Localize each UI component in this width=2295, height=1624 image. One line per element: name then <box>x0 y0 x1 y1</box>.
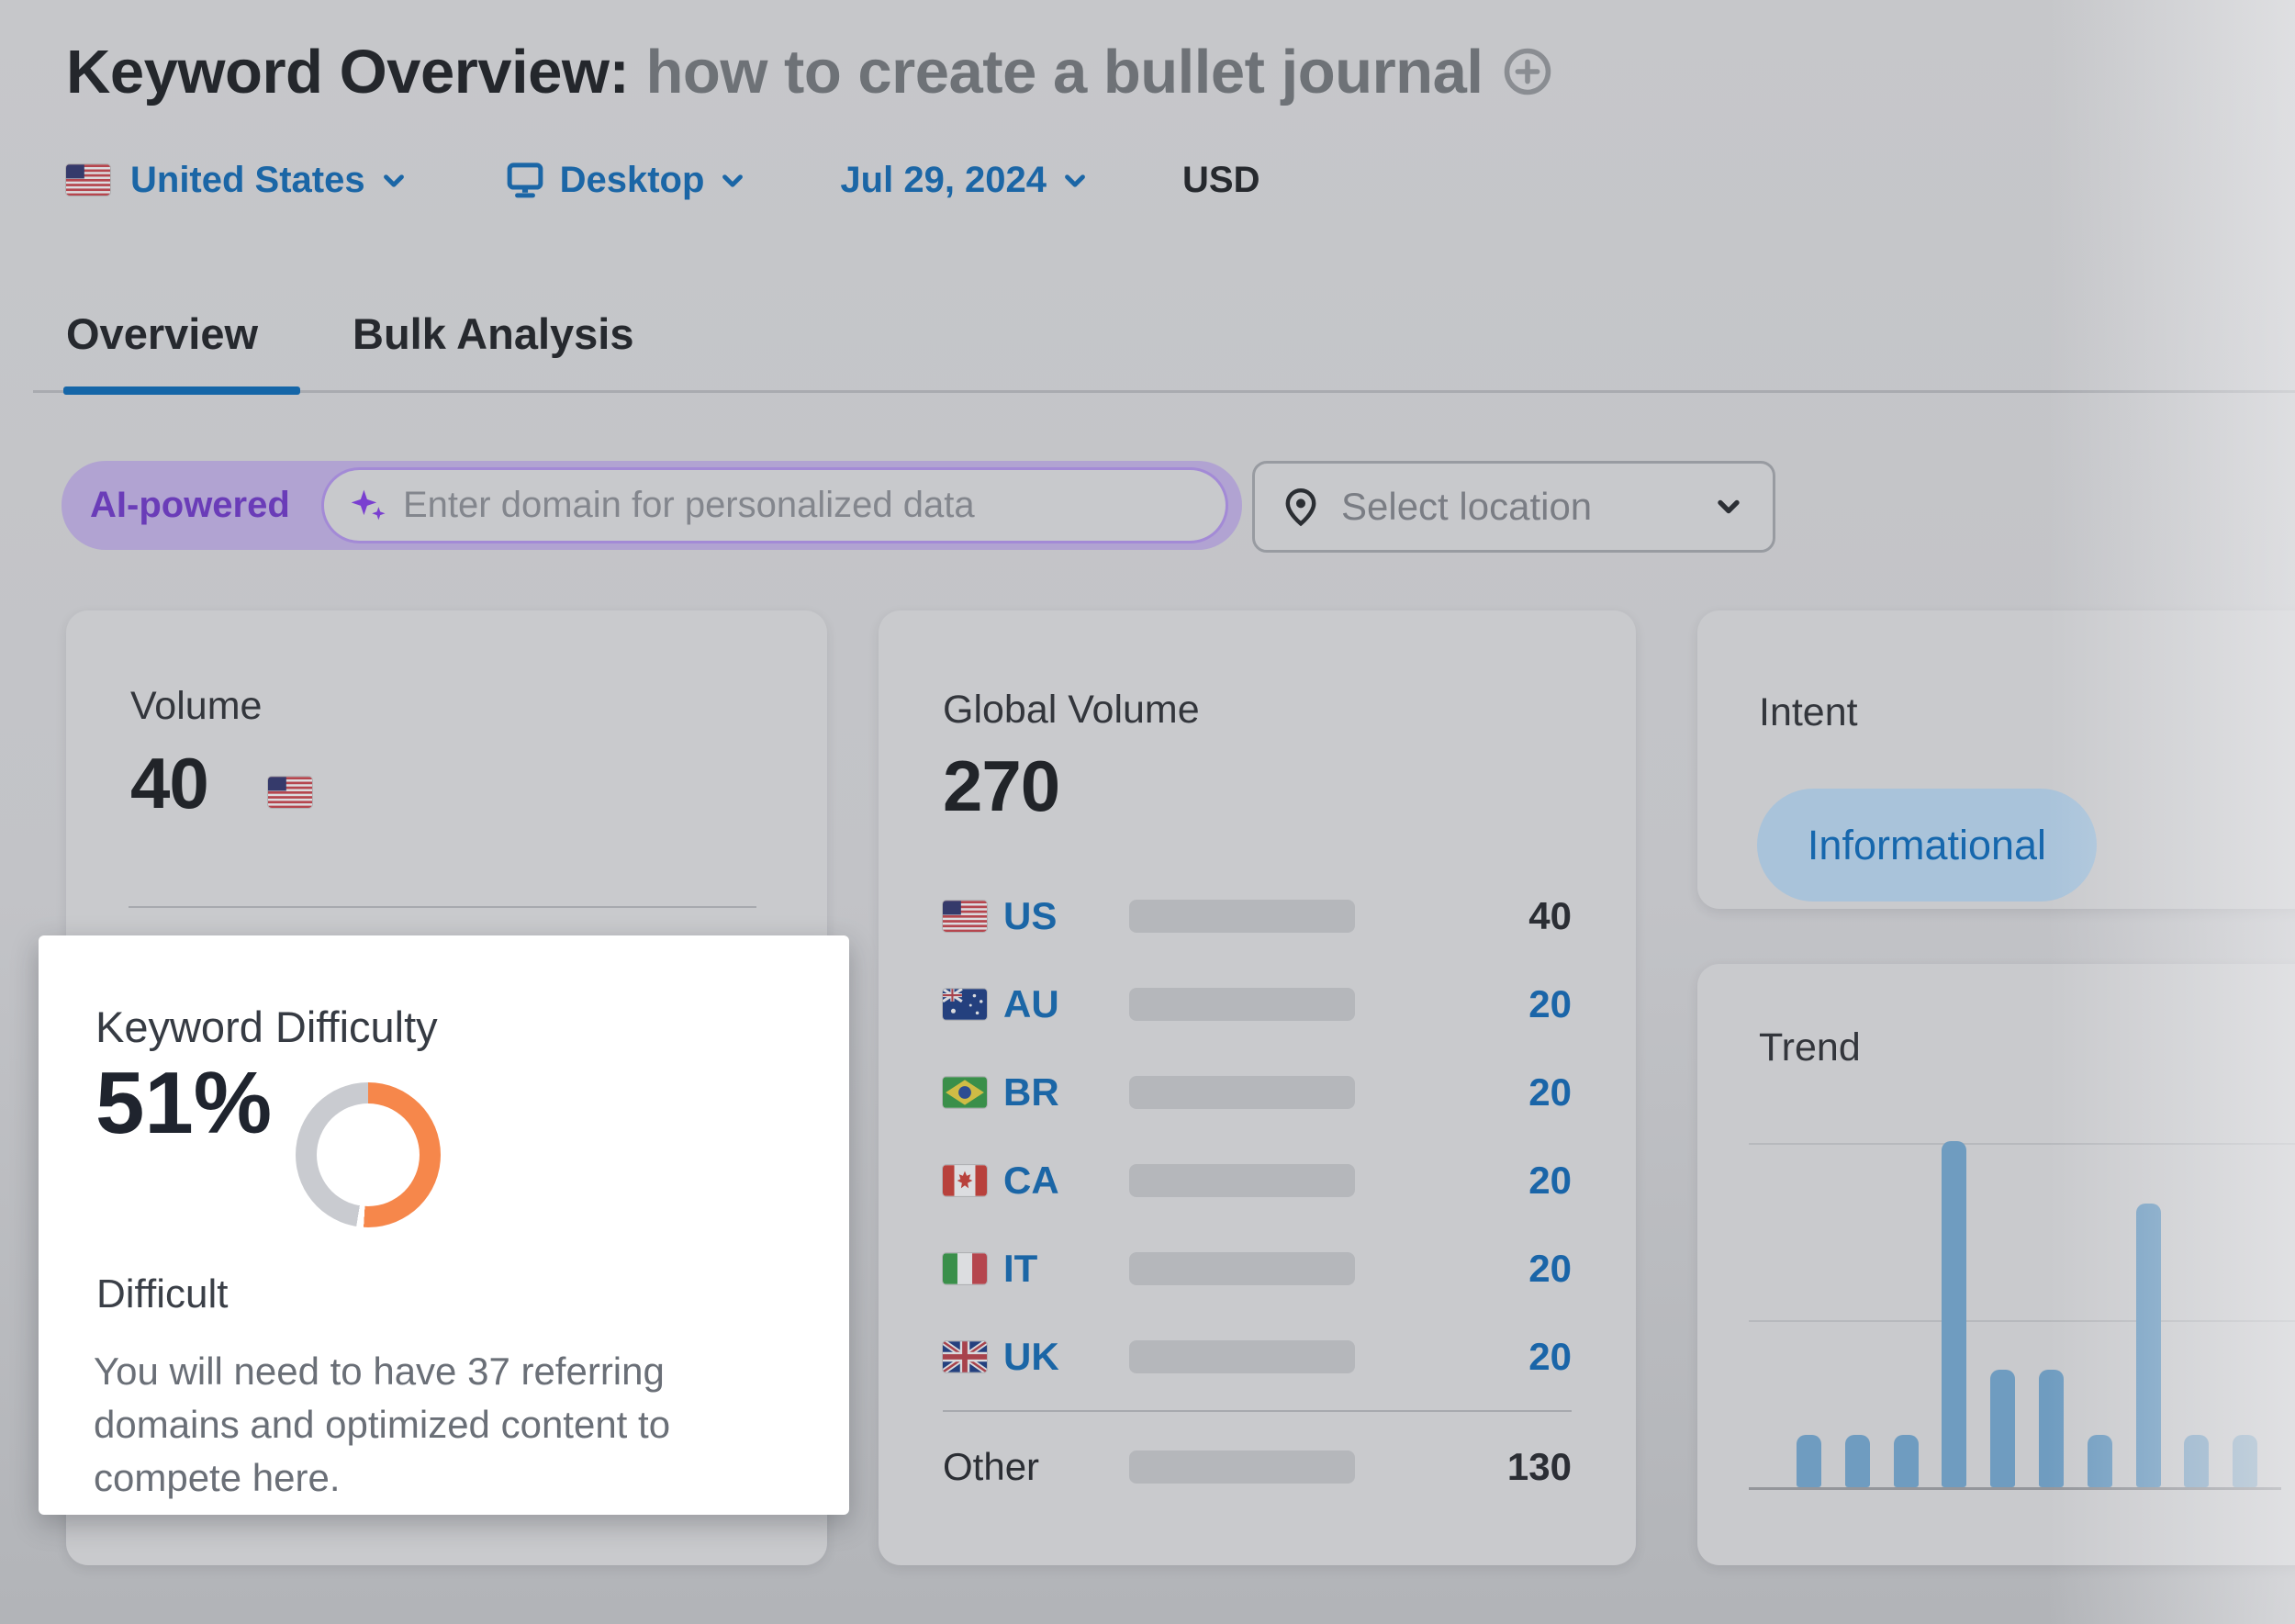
currency-label: USD <box>1182 160 1259 201</box>
trend-bar <box>2039 1370 2064 1487</box>
trend-bar <box>1894 1435 1919 1487</box>
country-volume-value: 20 <box>1528 1159 1572 1203</box>
tabs-divider <box>33 390 2295 393</box>
chevron-down-icon <box>378 164 409 196</box>
country-volume-value: 20 <box>1528 1335 1572 1379</box>
country-volume-value: 130 <box>1507 1445 1572 1489</box>
trend-bar <box>1942 1141 1966 1487</box>
country-code-link[interactable]: IT <box>1003 1247 1106 1291</box>
other-countries-label: Other <box>943 1445 1106 1489</box>
country-volume-bar <box>1129 900 1355 933</box>
us-flag-icon <box>268 777 312 808</box>
domain-input-wrap <box>321 467 1228 543</box>
intent-title: Intent <box>1759 690 1858 735</box>
global-volume-rows: US 40 AU 20 BR 20 CA 20 IT 20 UK 20 Othe… <box>943 872 1572 1511</box>
select-location-label: Select location <box>1341 485 1592 529</box>
page-title-label: Keyword Overview: <box>66 38 629 106</box>
chevron-down-icon <box>717 164 748 196</box>
intent-badge: Informational <box>1757 789 2097 902</box>
tab-overview[interactable]: Overview <box>66 308 258 359</box>
keyword-difficulty-level: Difficult <box>96 1271 228 1317</box>
us-flag-icon <box>943 901 987 932</box>
keyword-overview-page: Keyword Overview: how to create a bullet… <box>0 0 2295 1624</box>
country-volume-bar <box>1129 1450 1355 1484</box>
country-volume-bar <box>1129 1340 1355 1373</box>
country-volume-bar <box>1129 988 1355 1021</box>
keyword-query: how to create a bullet journal <box>645 38 1483 106</box>
intent-card: Intent Informational <box>1697 610 2295 909</box>
date-selector[interactable]: Jul 29, 2024 <box>840 160 1091 201</box>
domain-input[interactable] <box>403 485 1198 526</box>
country-selector[interactable]: United States <box>66 160 409 201</box>
trend-card: Trend <box>1697 964 2295 1565</box>
country-volume-bar <box>1129 1164 1355 1197</box>
country-volume-value: 20 <box>1528 1247 1572 1291</box>
global-volume-row: IT 20 <box>943 1225 1572 1313</box>
global-volume-row: Other 130 <box>943 1423 1572 1511</box>
country-selector-label: United States <box>130 160 365 201</box>
global-volume-row: CA 20 <box>943 1137 1572 1225</box>
volume-value: 40 <box>130 742 208 825</box>
trend-axis-baseline <box>1749 1487 2281 1490</box>
global-volume-total: 270 <box>943 745 1059 828</box>
au-flag-icon <box>943 989 987 1020</box>
chevron-down-icon <box>1059 164 1091 196</box>
country-volume-value: 40 <box>1528 894 1572 938</box>
keyword-difficulty-donut-chart <box>296 1082 441 1227</box>
card-divider <box>943 1410 1572 1412</box>
page-title: Keyword Overview: how to create a bullet… <box>66 37 1554 107</box>
global-volume-row: AU 20 <box>943 960 1572 1048</box>
keyword-difficulty-card: Keyword Difficulty 51% Difficult You wil… <box>39 935 849 1515</box>
trend-bar <box>1797 1435 1821 1487</box>
country-code-link[interactable]: CA <box>1003 1159 1106 1203</box>
sparkle-icon <box>348 486 388 526</box>
trend-bar <box>2088 1435 2112 1487</box>
country-code-link[interactable]: BR <box>1003 1070 1106 1114</box>
country-code-link[interactable]: AU <box>1003 982 1106 1026</box>
ai-powered-badge: AI-powered <box>90 461 290 550</box>
card-divider <box>129 906 756 908</box>
global-volume-row: UK 20 <box>943 1313 1572 1401</box>
br-flag-icon <box>943 1077 987 1108</box>
us-flag-icon <box>66 164 110 196</box>
device-selector-label: Desktop <box>560 160 705 201</box>
global-volume-row: US 40 <box>943 872 1572 960</box>
keyword-difficulty-description: You will need to have 37 referring domai… <box>94 1345 782 1505</box>
trend-bar <box>2233 1435 2257 1487</box>
global-volume-title: Global Volume <box>943 688 1200 733</box>
country-code-link[interactable]: UK <box>1003 1335 1106 1379</box>
ai-powered-container: AI-powered <box>62 461 1242 550</box>
chevron-down-icon <box>1712 490 1745 523</box>
desktop-monitor-icon <box>503 159 547 201</box>
it-flag-icon <box>943 1253 987 1284</box>
country-volume-value: 20 <box>1528 982 1572 1026</box>
add-keyword-icon[interactable] <box>1501 42 1554 95</box>
trend-bar <box>1845 1435 1870 1487</box>
keyword-difficulty-percent: 51% <box>95 1053 272 1154</box>
device-selector[interactable]: Desktop <box>503 159 749 201</box>
uk-flag-icon <box>943 1341 987 1372</box>
volume-title: Volume <box>130 684 262 729</box>
country-volume-value: 20 <box>1528 1070 1572 1114</box>
select-location-button[interactable]: Select location <box>1252 461 1775 553</box>
date-selector-label: Jul 29, 2024 <box>840 160 1047 201</box>
country-volume-bar <box>1129 1076 1355 1109</box>
filter-bar: United States Desktop Jul 29, 2024 USD <box>66 154 1259 206</box>
country-volume-bar <box>1129 1252 1355 1285</box>
keyword-difficulty-title: Keyword Difficulty <box>95 1002 438 1052</box>
tab-bulk-analysis[interactable]: Bulk Analysis <box>353 308 634 359</box>
location-pin-icon <box>1279 485 1323 529</box>
ca-flag-icon <box>943 1165 987 1196</box>
global-volume-row: BR 20 <box>943 1048 1572 1137</box>
trend-bar <box>2136 1204 2161 1487</box>
country-code-link[interactable]: US <box>1003 894 1106 938</box>
trend-bar <box>2184 1435 2209 1487</box>
trend-title: Trend <box>1759 1025 1861 1070</box>
global-volume-card: Global Volume 270 US 40 AU 20 BR 20 CA 2… <box>879 610 1636 1565</box>
trend-bar <box>1990 1370 2015 1487</box>
trend-bar-chart <box>1797 1141 2292 1487</box>
tab-active-indicator <box>63 386 300 395</box>
